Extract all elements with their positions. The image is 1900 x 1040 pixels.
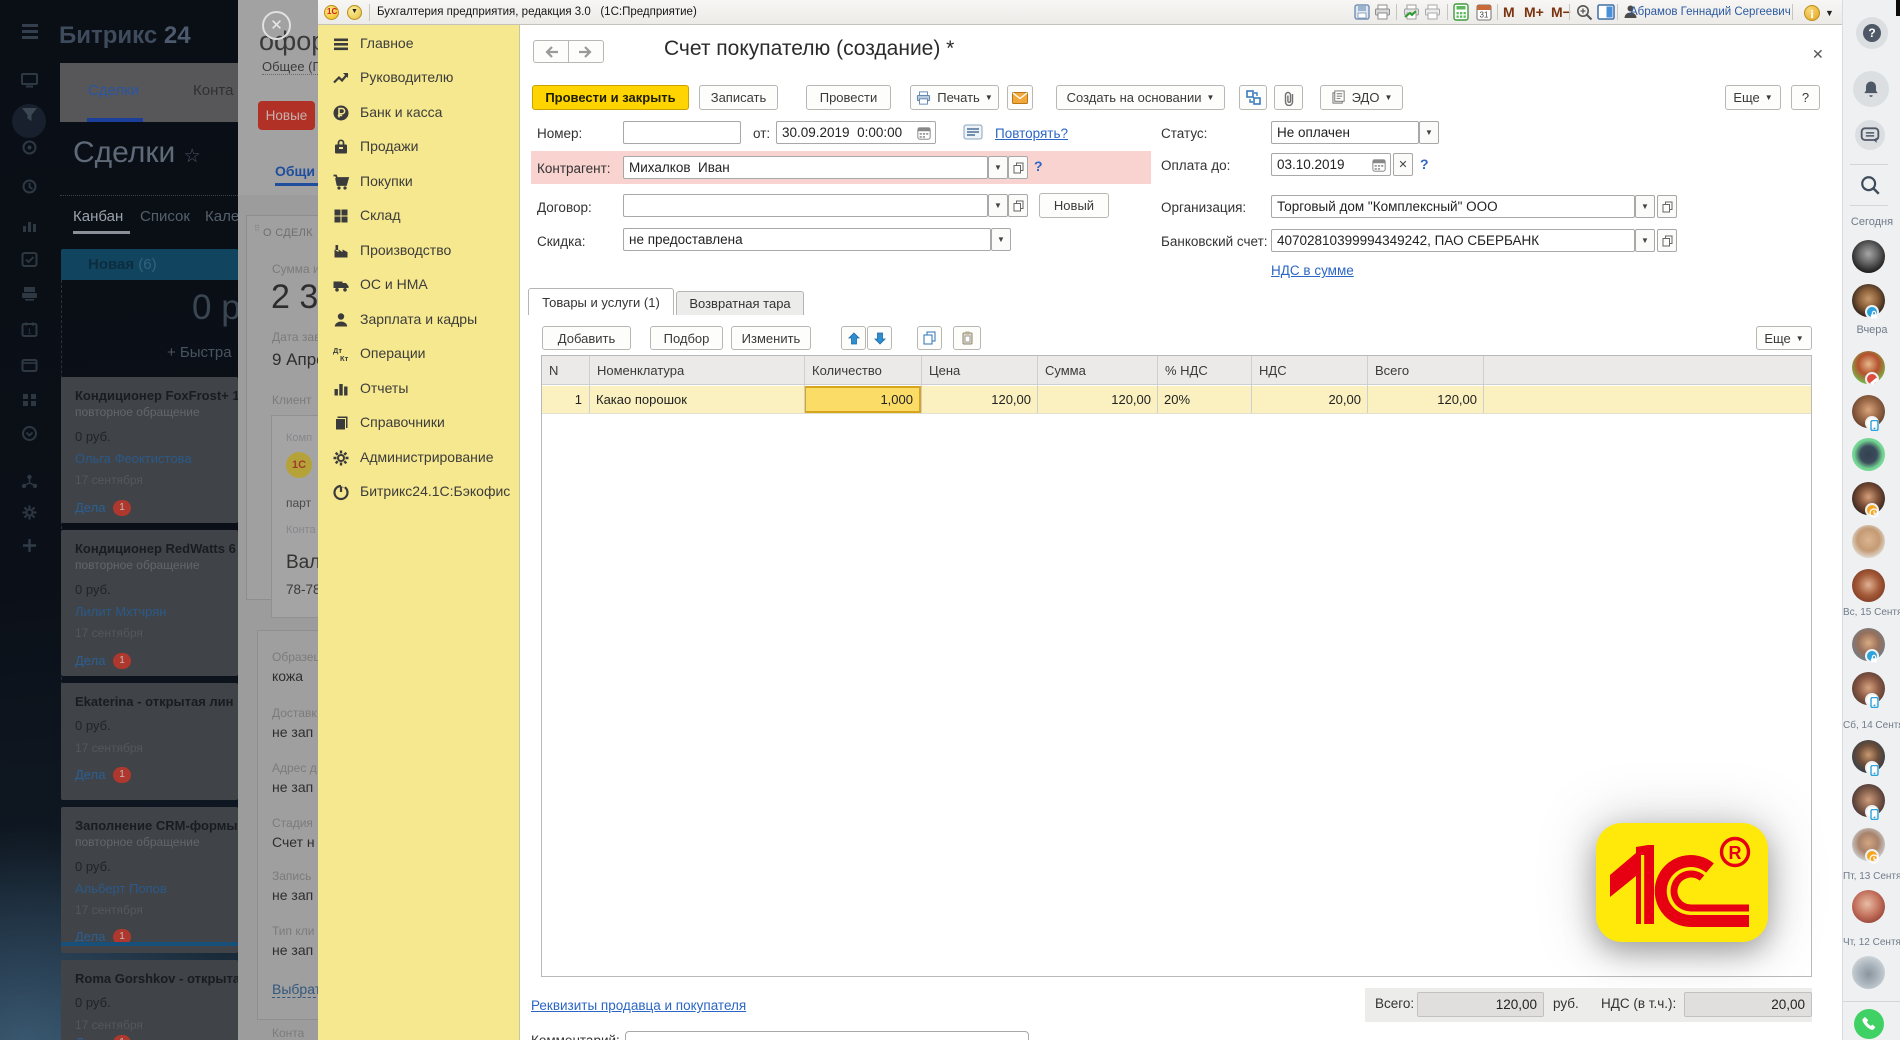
svg-text:1: 1 bbox=[28, 329, 32, 336]
svg-text:31: 31 bbox=[1480, 11, 1489, 20]
svg-text:R: R bbox=[1729, 843, 1742, 863]
svg-text:Кт: Кт bbox=[340, 354, 349, 363]
